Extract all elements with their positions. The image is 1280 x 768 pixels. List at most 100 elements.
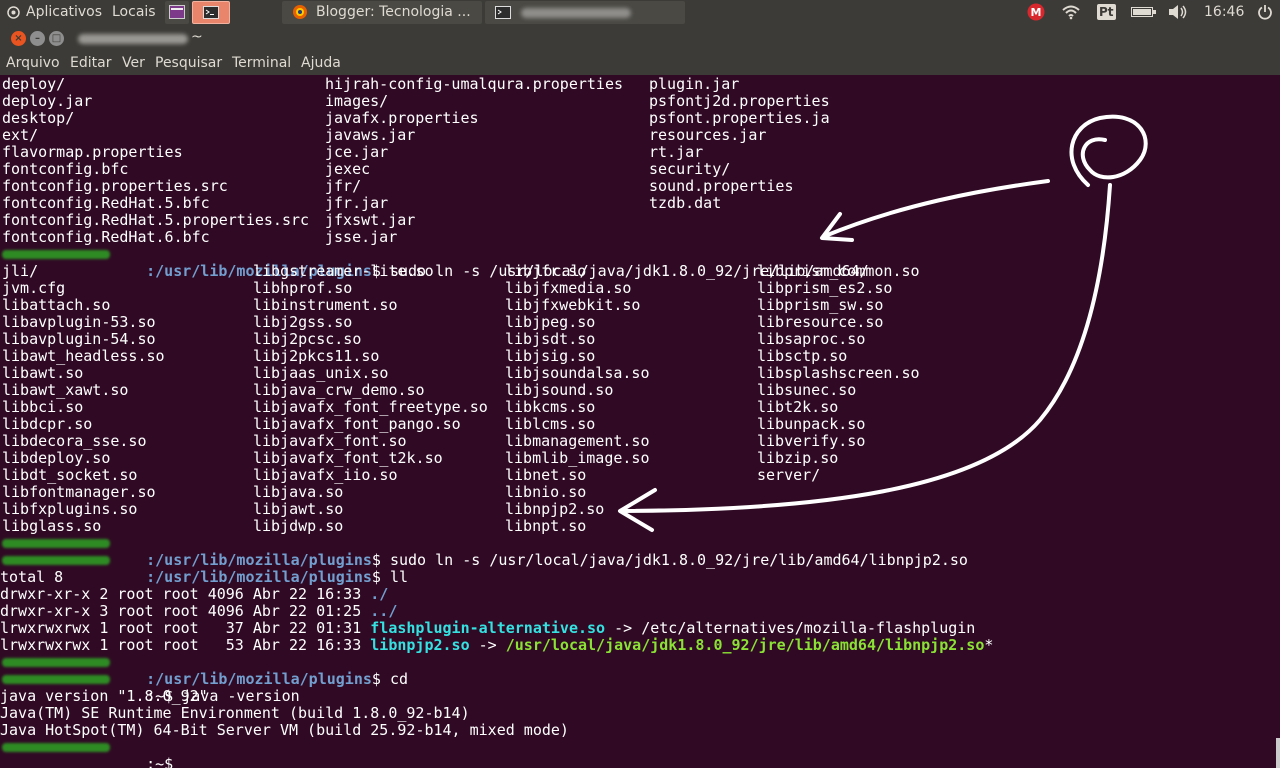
- file-entry: libsctp.so: [757, 347, 848, 365]
- file-entry: server/: [757, 466, 821, 484]
- keyboard-layout: Pt: [1097, 4, 1116, 20]
- file-entry: fontconfig.bfc: [2, 160, 129, 178]
- prompt-line-1: :/usr/lib/mozilla/plugins$ sudo ln -s /u…: [0, 246, 869, 280]
- file-entry: libjaas_unix.so: [253, 364, 389, 382]
- redacted-username: [2, 675, 110, 684]
- java-output-1: java version "1.8.0_92": [0, 687, 208, 705]
- redacted-username: [2, 556, 110, 565]
- file-entry: javaws.jar: [325, 126, 416, 144]
- top-panel: Aplicativos Locais Blogger: Tecnologia .…: [0, 0, 1280, 25]
- prompt-line-4: :/usr/lib/mozilla/plugins$ cd: [0, 654, 408, 688]
- file-entry: libprism_sw.so: [757, 296, 884, 314]
- terminal-output[interactable]: deploy/hijrah-config-umalqura.properties…: [0, 75, 1280, 768]
- ll-row-flash: lrwxrwxrwx 1 root root 37 Abr 22 01:31 f…: [0, 620, 975, 637]
- file-entry: libzip.so: [757, 449, 839, 467]
- volume-icon[interactable]: [1168, 0, 1188, 25]
- mega-icon[interactable]: M: [1027, 0, 1045, 25]
- file-entry: libsunec.so: [757, 381, 857, 399]
- file-entry: libinstrument.so: [253, 296, 398, 314]
- keyboard-icon[interactable]: Pt: [1097, 0, 1116, 25]
- file-entry: libprism_es2.so: [757, 279, 893, 297]
- ll-name: ../: [370, 602, 398, 620]
- wifi-icon[interactable]: [1061, 0, 1081, 25]
- file-entry: libdcpr.so: [2, 415, 93, 433]
- battery-icon[interactable]: [1131, 0, 1157, 25]
- ll-perms: lrwxrwxrwx 1 root root 37 Abr 22 01:31: [0, 619, 371, 637]
- menu-arquivo[interactable]: Arquivo: [6, 52, 60, 75]
- applications-menu[interactable]: Aplicativos: [26, 0, 102, 25]
- window-titlebar[interactable]: × – □ ~: [0, 25, 1280, 52]
- file-entry: libawt_xawt.so: [2, 381, 129, 399]
- file-entry: libjsig.so: [505, 347, 596, 365]
- window-title-suffix: ~: [191, 29, 203, 45]
- file-entry: tzdb.dat: [649, 194, 722, 212]
- apps-icon[interactable]: [7, 0, 20, 25]
- file-entry: libjavafx_font_freetype.so: [253, 398, 488, 416]
- cursor: [173, 757, 182, 768]
- file-entry: libjpeg.so: [505, 313, 596, 331]
- taskbar-app-launcher[interactable]: [165, 1, 189, 24]
- prompt-line-2: :/usr/lib/mozilla/plugins$ sudo ln -s /u…: [0, 535, 968, 569]
- file-entry: libverify.so: [757, 432, 866, 450]
- places-menu[interactable]: Locais: [112, 0, 156, 25]
- redacted-username: [2, 250, 110, 259]
- file-entry: libjavafx_font_t2k.so: [253, 449, 443, 467]
- file-entry: libjsoundalsa.so: [505, 364, 650, 382]
- minimize-button[interactable]: –: [30, 31, 45, 46]
- maximize-icon: □: [51, 33, 62, 44]
- java-output-3: Java HotSpot(TM) 64-Bit Server VM (build…: [0, 721, 569, 739]
- prompt-line-3: :/usr/lib/mozilla/plugins$ ll: [0, 552, 408, 586]
- file-entry: jfr/: [325, 177, 362, 195]
- scrollbar-indicator[interactable]: [1276, 738, 1280, 768]
- clock[interactable]: 16:46: [1204, 0, 1244, 25]
- file-entry: jsse.jar: [325, 228, 398, 246]
- ll-star: *: [984, 636, 994, 654]
- file-entry: jce.jar: [325, 143, 389, 161]
- menu-pesquisar[interactable]: Pesquisar: [155, 52, 222, 75]
- prompt-path: :/usr/lib/mozilla/plugins: [146, 568, 372, 586]
- file-entry: libattach.so: [2, 296, 111, 314]
- file-entry: libjava_crw_demo.so: [253, 381, 425, 399]
- ll-row-dot: drwxr-xr-x 2 root root 4096 Abr 22 16:33…: [0, 586, 388, 603]
- taskbar-browser[interactable]: Blogger: Tecnologia ...: [282, 1, 482, 24]
- menu-terminal[interactable]: Terminal: [232, 52, 291, 75]
- command-text: $ sudo ln -s /usr/local/java/jdk1.8.0_92…: [371, 551, 968, 569]
- file-entry: jli/: [2, 262, 39, 280]
- file-entry: jvm.cfg: [2, 279, 66, 297]
- file-entry: liblcms.so: [505, 415, 596, 433]
- close-button[interactable]: ×: [11, 31, 26, 46]
- file-entry: psfontj2d.properties: [649, 92, 830, 110]
- file-entry: libavplugin-54.so: [2, 330, 156, 348]
- file-entry: resources.jar: [649, 126, 767, 144]
- close-icon: ×: [14, 33, 23, 44]
- file-entry: libjavafx_iio.so: [253, 466, 398, 484]
- redacted-username: [2, 539, 110, 548]
- file-entry: libjfxmedia.so: [505, 279, 632, 297]
- taskbar-terminal[interactable]: [192, 1, 230, 24]
- menu-ajuda[interactable]: Ajuda: [301, 52, 341, 75]
- file-entry: libnet.so: [505, 466, 587, 484]
- file-entry: flavormap.properties: [2, 143, 183, 161]
- java-output-2: Java(TM) SE Runtime Environment (build 1…: [0, 704, 470, 722]
- maximize-button[interactable]: □: [49, 31, 64, 46]
- file-entry: libj2gss.so: [253, 313, 353, 331]
- prompt-line-5: :~$ java -version: [0, 671, 300, 705]
- file-entry: libjavafx_font.so: [253, 432, 407, 450]
- redacted-window-title: [521, 8, 631, 18]
- terminal-icon: [495, 6, 511, 19]
- power-icon[interactable]: [1257, 0, 1273, 25]
- menu-editar[interactable]: Editar: [70, 52, 111, 75]
- file-entry: jfr.jar: [325, 194, 389, 212]
- ll-perms: lrwxrwxrwx 1 root root 53 Abr 22 16:33: [0, 636, 371, 654]
- file-entry: jfxswt.jar: [325, 211, 416, 229]
- taskbar-terminal-2[interactable]: [485, 1, 685, 24]
- file-entry: libbci.so: [2, 398, 84, 416]
- browser-tab-label: Blogger: Tecnologia ...: [316, 4, 471, 20]
- file-entry: libsaproc.so: [757, 330, 866, 348]
- file-entry: libgstreamer-lite.so: [253, 262, 434, 280]
- file-entry: libunpack.so: [757, 415, 866, 433]
- menu-ver[interactable]: Ver: [122, 52, 145, 75]
- ll-arrow: ->: [469, 636, 506, 654]
- redacted-username: [2, 658, 110, 667]
- file-entry: fontconfig.RedHat.5.bfc: [2, 194, 210, 212]
